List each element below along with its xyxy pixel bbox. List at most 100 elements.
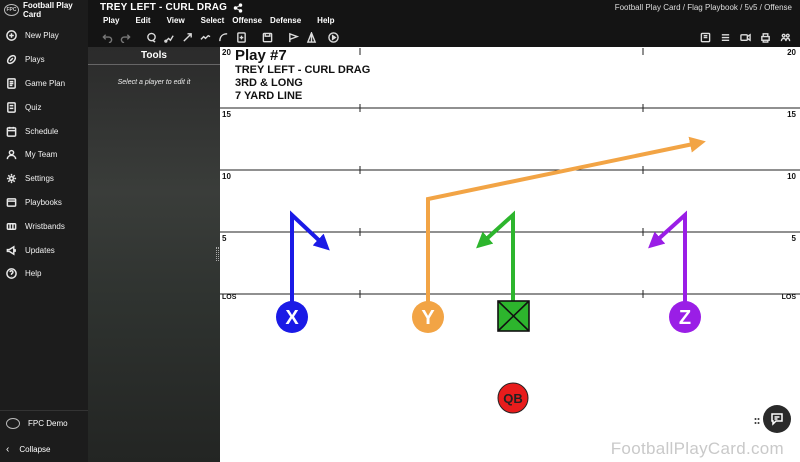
save-icon (262, 32, 272, 42)
sidebar-item-label: Updates (25, 245, 55, 255)
football-icon (6, 55, 17, 65)
yard-label-15-left: 15 (222, 110, 231, 119)
sidebar-item-label: Help (25, 269, 42, 279)
players-icon (780, 33, 790, 41)
book-icon (6, 198, 17, 207)
tools-title: Tools (141, 50, 167, 61)
route-z[interactable] (648, 210, 687, 302)
tools-divider (88, 64, 220, 65)
menu-view[interactable]: View (167, 16, 185, 25)
menu-select[interactable]: Select (201, 16, 225, 25)
play-info[interactable]: Play #7 TREY LEFT - CURL DRAG 3RD & LONG… (235, 47, 370, 103)
player-center[interactable] (497, 300, 530, 332)
play-title-text: TREY LEFT - CURL DRAG (100, 2, 228, 13)
player-qb[interactable]: QB (497, 382, 529, 414)
sidebar-item-help[interactable]: Help (0, 262, 88, 286)
list-icon (721, 33, 729, 41)
los-label-left: LOS (222, 294, 237, 301)
book-view-button[interactable] (696, 31, 714, 43)
zigzag-tool[interactable] (196, 31, 214, 43)
cone-tool[interactable] (302, 31, 320, 43)
route-center[interactable] (476, 210, 515, 302)
book-open-icon (700, 32, 710, 42)
player-y[interactable]: Y (412, 301, 444, 333)
sidebar-item-wristbands[interactable]: Wristbands (0, 214, 88, 238)
breadcrumb[interactable]: Football Play Card / Flag Playbook / 5v5… (615, 3, 792, 12)
lasso-tool[interactable] (142, 31, 160, 43)
sidebar-footer: FPC Demo ‹ Collapse (0, 410, 88, 462)
flag-tool[interactable] (284, 31, 302, 43)
menu-play[interactable]: Play (103, 16, 119, 25)
calendar-icon (6, 126, 17, 137)
chat-button[interactable] (763, 405, 791, 433)
curve-tool[interactable] (214, 31, 232, 43)
panel-resize-handle[interactable] (216, 247, 219, 261)
notes-button[interactable] (716, 31, 734, 43)
undo-button[interactable] (98, 31, 116, 43)
route-x[interactable] (290, 210, 330, 302)
menu-help[interactable]: Help (317, 16, 334, 25)
share-icon[interactable] (233, 2, 243, 13)
player-x[interactable]: X (276, 301, 308, 333)
play-field-position: 7 YARD LINE (235, 90, 303, 102)
sidebar-item-schedule[interactable]: Schedule (0, 119, 88, 143)
play-animation-button[interactable] (324, 31, 342, 43)
header: TREY LEFT - CURL DRAG Football Play Card… (88, 0, 800, 47)
player-z[interactable]: Z (669, 301, 701, 333)
sidebar-nav: New Play Plays Game Plan Quiz Schedule M… (0, 24, 88, 286)
yard-label-20-right: 20 (787, 48, 796, 57)
sidebar-item-label: Playbooks (25, 197, 62, 207)
collapse-button[interactable]: ‹ Collapse (0, 436, 88, 462)
printer-icon (760, 32, 770, 43)
sidebar-item-plays[interactable]: Plays (0, 48, 88, 72)
yard-label-10-right: 10 (787, 172, 796, 181)
route-y[interactable] (426, 136, 706, 302)
undo-icon (101, 33, 112, 43)
play-field[interactable]: X Y Z QB 20 20 15 15 10 10 5 5 LOS LOS P… (220, 47, 800, 462)
arrow-tool[interactable] (178, 31, 196, 43)
sidebar-item-updates[interactable]: Updates (0, 238, 88, 262)
yard-label-10-left: 10 (222, 172, 231, 181)
arrow-icon (182, 32, 192, 42)
menu-edit[interactable]: Edit (135, 16, 150, 25)
brand[interactable]: FPC Football Play Card (0, 0, 88, 20)
tools-hint: Select a player to edit it (117, 79, 191, 86)
play-circle-icon (327, 31, 339, 43)
user-account[interactable]: FPC Demo (0, 410, 88, 436)
sidebar-item-my-team[interactable]: My Team (0, 143, 88, 167)
yard-label-5-right: 5 (791, 234, 796, 243)
zigzag-icon (199, 34, 210, 40)
redo-icon (120, 33, 131, 43)
print-button[interactable] (756, 31, 774, 43)
save-button[interactable] (258, 31, 276, 43)
quiz-icon (7, 101, 16, 113)
tools-panel: Tools Select a player to edit it (88, 47, 220, 462)
brand-name: Football Play Card (22, 1, 73, 19)
svg-text:Z: Z (679, 307, 691, 329)
sidebar-item-game-plan[interactable]: Game Plan (0, 72, 88, 96)
note-tool[interactable] (232, 31, 250, 43)
svg-text:Y: Y (421, 307, 435, 329)
menu-defense[interactable]: Defense (270, 16, 301, 25)
route-tool[interactable] (160, 31, 178, 43)
redo-button[interactable] (116, 31, 134, 43)
help-icon (6, 268, 17, 280)
menu-offense[interactable]: Offense (232, 16, 262, 25)
video-button[interactable] (736, 31, 754, 43)
megaphone-icon (6, 245, 16, 256)
sidebar-item-quiz[interactable]: Quiz (0, 95, 88, 119)
user-icon (6, 150, 17, 160)
plus-circle-icon (6, 30, 17, 42)
play-title: TREY LEFT - CURL DRAG (100, 2, 243, 13)
sidebar-item-playbooks[interactable]: Playbooks (0, 191, 88, 215)
sidebar-item-new-play[interactable]: New Play (0, 24, 88, 48)
defense-toggle-button[interactable] (776, 31, 794, 43)
chevron-left-icon: ‹ (6, 443, 10, 455)
play-name: TREY LEFT - CURL DRAG (235, 64, 371, 76)
lasso-icon (146, 32, 156, 43)
collapse-label: Collapse (19, 444, 51, 454)
watermark: FootballPlayCard.com (610, 439, 784, 458)
drag-dots-icon[interactable] (754, 417, 760, 427)
sidebar-item-settings[interactable]: Settings (0, 167, 88, 191)
sidebar-item-label: Schedule (25, 126, 59, 136)
